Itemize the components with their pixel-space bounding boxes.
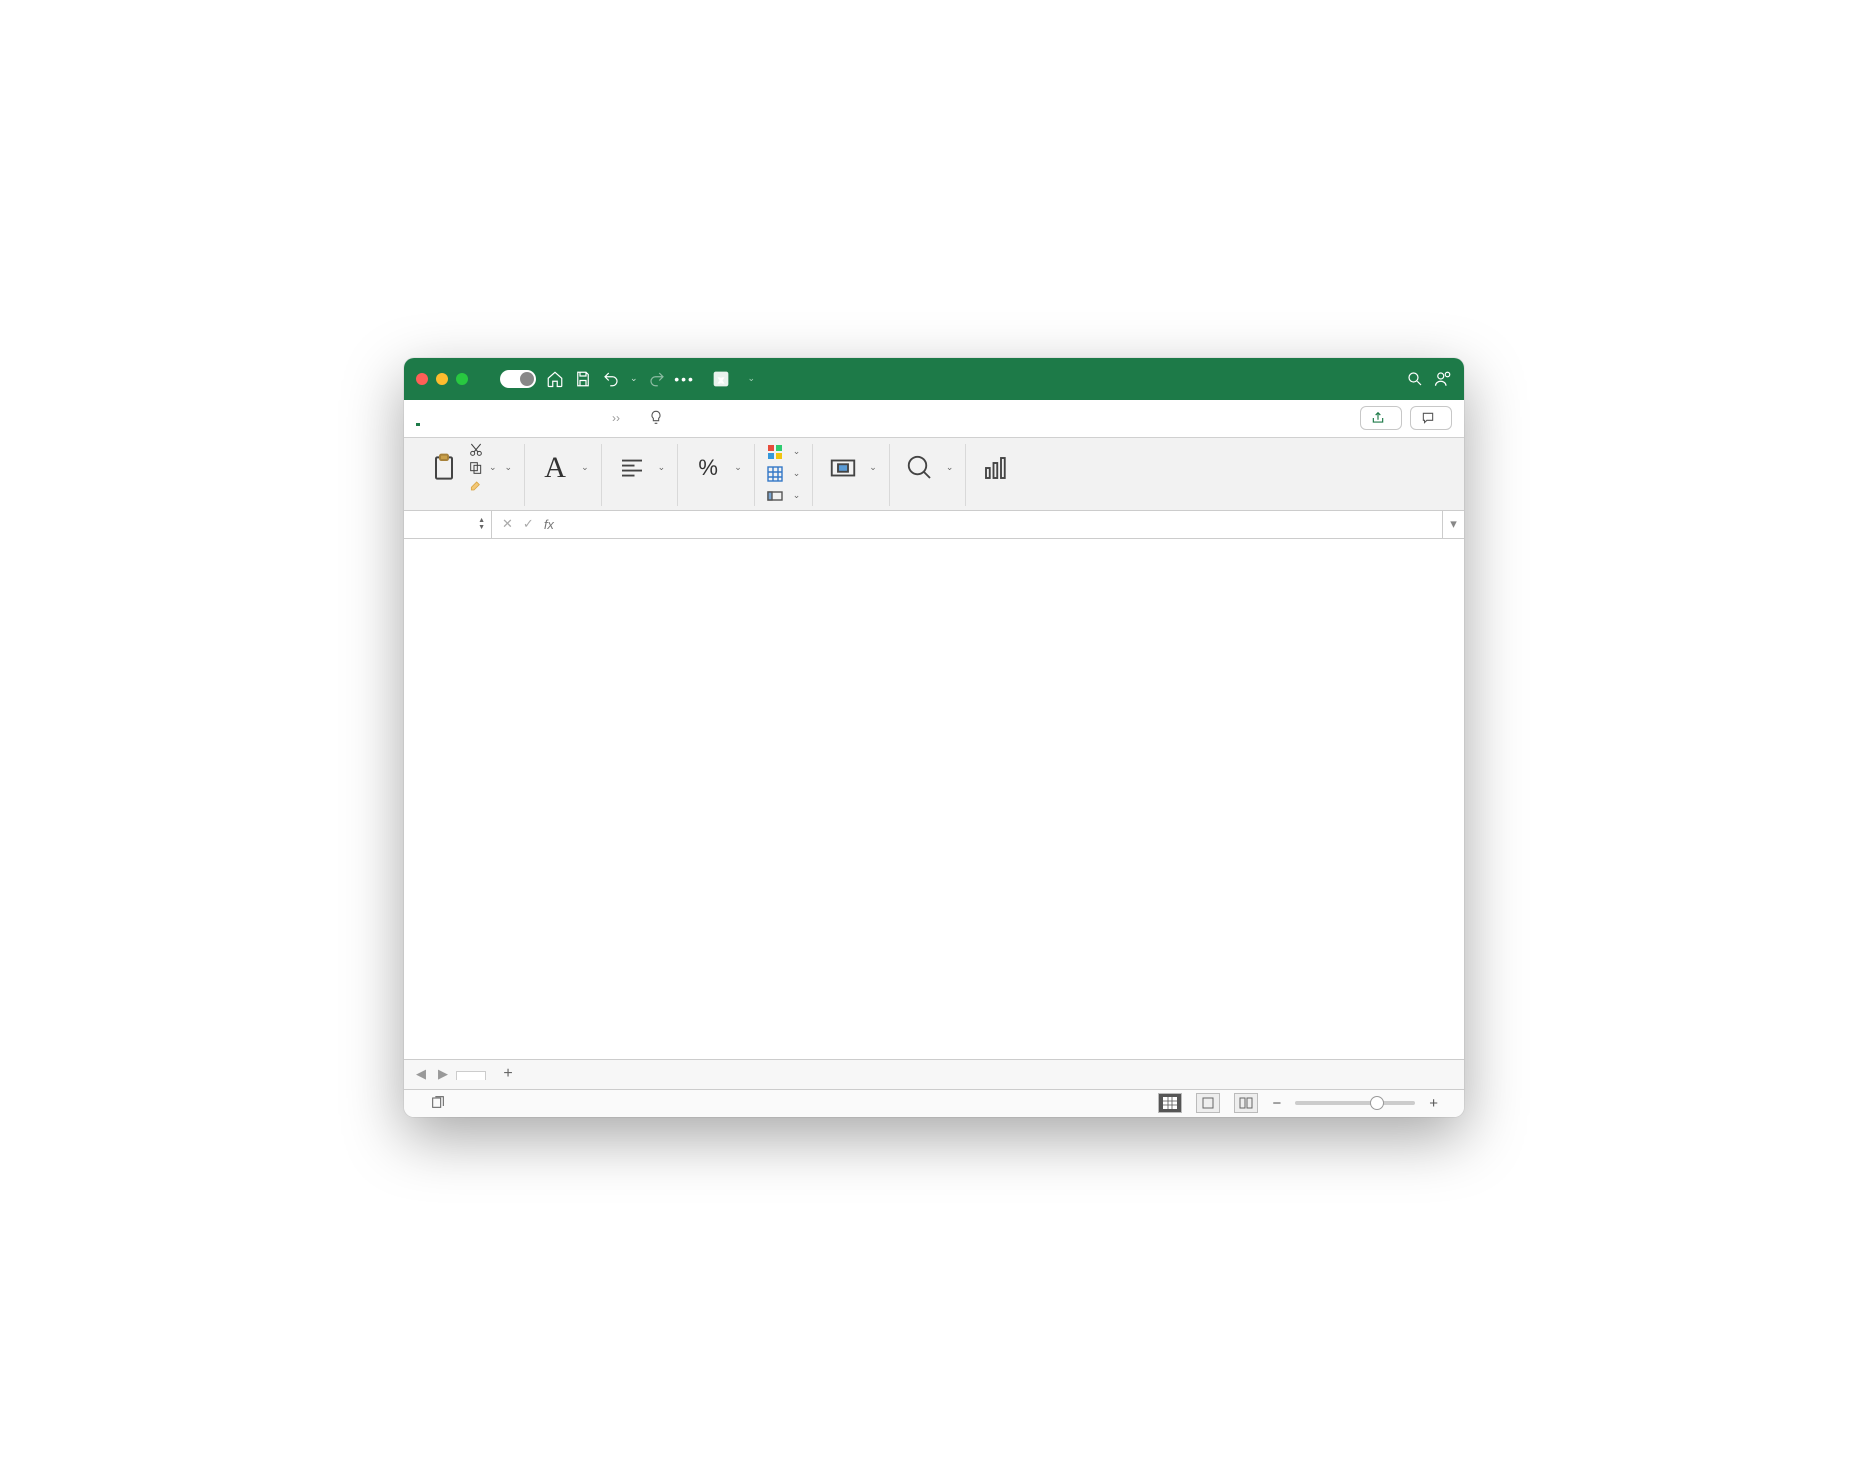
tab-page-layout[interactable]: [500, 412, 504, 424]
font-icon[interactable]: A: [537, 450, 573, 486]
number-icon[interactable]: %: [690, 450, 726, 486]
editing-icon[interactable]: [902, 450, 938, 486]
ribbon-clipboard: ⌄ ⌄: [414, 444, 525, 506]
ribbon: ⌄ ⌄ A⌄ ⌄ %⌄ ⌄ ⌄ ⌄: [404, 438, 1464, 511]
format-as-table[interactable]: ⌄: [767, 466, 801, 482]
undo-icon[interactable]: [602, 370, 620, 388]
save-icon[interactable]: [574, 370, 592, 388]
ribbon-cells: ⌄: [813, 444, 890, 506]
sheet-tabs: ◀ ▶ +: [404, 1059, 1464, 1089]
ribbon-tabs: ››: [404, 400, 1464, 438]
view-normal[interactable]: [1158, 1093, 1182, 1113]
status-bar: − +: [404, 1089, 1464, 1117]
cut-icon[interactable]: [468, 442, 484, 458]
ribbon-alignment: ⌄: [602, 444, 679, 506]
share-button[interactable]: [1360, 406, 1402, 430]
tab-draw[interactable]: [472, 412, 476, 424]
copy-icon[interactable]: ⌄: [468, 460, 497, 476]
home-icon[interactable]: [546, 370, 564, 388]
svg-text:x: x: [718, 374, 723, 384]
formula-input[interactable]: [564, 511, 1442, 538]
cells-icon[interactable]: [825, 450, 861, 486]
view-page-break[interactable]: [1234, 1093, 1258, 1113]
ribbon-font: A⌄: [525, 444, 602, 506]
minimize-button[interactable]: [436, 373, 448, 385]
titlebar: ⌄ ••• x ⌄: [404, 358, 1464, 400]
accessibility-icon[interactable]: [430, 1094, 446, 1113]
spreadsheet-grid[interactable]: [404, 539, 1464, 1059]
ribbon-number: %⌄: [678, 444, 755, 506]
redo-icon[interactable]: [648, 370, 666, 388]
accept-formula-icon[interactable]: ✓: [523, 516, 534, 532]
tab-home[interactable]: [416, 411, 420, 426]
more-icon[interactable]: •••: [676, 370, 694, 388]
conditional-formatting[interactable]: ⌄: [767, 444, 801, 460]
autosave-toggle[interactable]: [494, 370, 536, 388]
ribbon-editing: ⌄: [890, 444, 967, 506]
ribbon-analyse: [966, 444, 1026, 506]
window-controls: [416, 373, 468, 385]
tab-data[interactable]: [556, 412, 560, 424]
format-painter-icon[interactable]: [468, 478, 484, 494]
maximize-button[interactable]: [456, 373, 468, 385]
document-title: x ⌄: [712, 370, 756, 388]
paste-icon[interactable]: [426, 450, 462, 486]
search-icon[interactable]: [1406, 370, 1424, 388]
ribbon-styles: ⌄ ⌄ ⌄: [755, 444, 814, 506]
tab-formulas[interactable]: [528, 412, 532, 424]
cancel-formula-icon[interactable]: ✕: [502, 516, 513, 532]
zoom-slider[interactable]: [1295, 1101, 1415, 1105]
sheet-nav-next[interactable]: ▶: [434, 1066, 452, 1082]
close-button[interactable]: [416, 373, 428, 385]
more-tabs-icon[interactable]: ››: [612, 411, 620, 425]
tell-me[interactable]: [648, 410, 670, 426]
excel-file-icon: x: [712, 370, 730, 388]
account-icon[interactable]: [1434, 370, 1452, 388]
tab-review[interactable]: [584, 412, 588, 424]
expand-formula-bar[interactable]: ▾: [1442, 511, 1464, 538]
alignment-icon[interactable]: [614, 450, 650, 486]
fx-icon[interactable]: fx: [544, 517, 554, 532]
sheet-nav-prev[interactable]: ◀: [412, 1066, 430, 1082]
zoom-in[interactable]: +: [1429, 1095, 1438, 1112]
add-sheet-button[interactable]: +: [496, 1062, 520, 1086]
view-page-layout[interactable]: [1196, 1093, 1220, 1113]
cell-styles[interactable]: ⌄: [767, 488, 801, 504]
zoom-out[interactable]: −: [1272, 1095, 1281, 1112]
excel-window: ⌄ ••• x ⌄ ››: [404, 358, 1464, 1117]
tab-insert[interactable]: [444, 412, 448, 424]
analyse-data-icon[interactable]: [978, 450, 1014, 486]
formula-bar: ▲▼ ✕ ✓ fx ▾: [404, 511, 1464, 539]
comments-button[interactable]: [1410, 406, 1452, 430]
sheet-tab-1[interactable]: [456, 1071, 486, 1080]
name-box[interactable]: ▲▼: [404, 511, 492, 538]
